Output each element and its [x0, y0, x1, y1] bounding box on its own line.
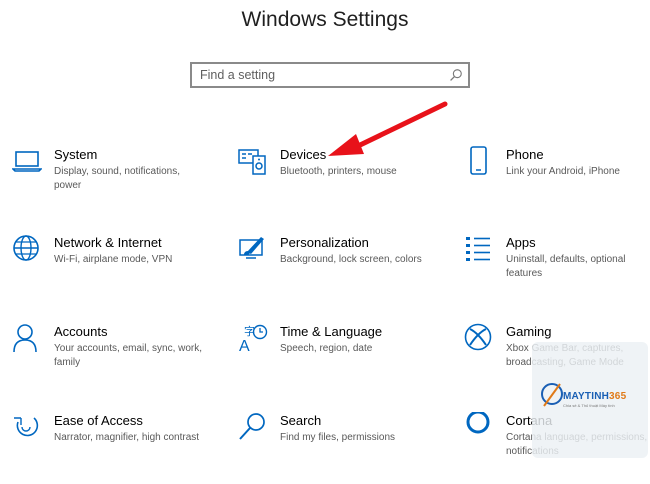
tile-title: System [54, 147, 98, 162]
tile-description: Bluetooth, printers, mouse [280, 166, 397, 177]
page-title: Windows Settings [241, 8, 409, 31]
person-icon [13, 324, 37, 353]
phone-icon [470, 146, 487, 175]
tile-title: Gaming [506, 324, 552, 339]
cortana-icon [466, 412, 490, 434]
tile-ease-of-access[interactable]: Ease of Access Narrator, magnifier, high… [12, 412, 212, 484]
laptop-icon [12, 151, 42, 172]
tile-apps[interactable]: Apps Uninstall, defaults, optional featu… [464, 234, 650, 306]
apps-list-icon [466, 237, 490, 261]
tile-title: Ease of Access [54, 413, 143, 428]
time-language-icon: A 字 [239, 324, 268, 353]
tile-title: Accounts [54, 324, 108, 339]
watermark-brand: MAYTINH365 [563, 391, 627, 402]
xbox-icon [464, 323, 492, 351]
tile-phone[interactable]: Phone Link your Android, iPhone [464, 146, 650, 218]
tile-title: Network & Internet [54, 235, 162, 250]
tile-accounts[interactable]: Accounts Your accounts, email, sync, wor… [12, 323, 212, 395]
tile-description: Display, sound, notifications, power [54, 166, 180, 191]
tile-search[interactable]: Search Find my files, permissions [238, 412, 438, 484]
tile-description: Wi-Fi, airplane mode, VPN [54, 254, 173, 265]
tile-description: Speech, region, date [280, 343, 373, 354]
tile-title: Phone [506, 147, 544, 162]
tile-description: Link your Android, iPhone [506, 166, 620, 177]
tile-description: Your accounts, email, sync, work, family [54, 343, 203, 368]
devices-icon [238, 149, 266, 175]
tile-title: Search [280, 413, 322, 428]
tile-title: Time & Language [280, 324, 383, 339]
tile-description: Background, lock screen, colors [280, 254, 422, 265]
globe-icon [13, 235, 39, 261]
watermark-tagline: Chia sẻ & Thủ thuật Máy tính [563, 403, 615, 408]
search-placeholder: Find a setting [200, 68, 276, 82]
ease-of-access-icon [14, 417, 39, 437]
tile-description: Narrator, magnifier, high contrast [54, 432, 200, 443]
search-icon [239, 413, 265, 440]
search-input[interactable]: Find a setting [190, 62, 470, 88]
tile-network-internet[interactable]: Network & Internet Wi-Fi, airplane mode,… [12, 234, 212, 306]
watermark: MAYTINH365 Chia sẻ & Thủ thuật Máy tính [532, 342, 648, 458]
search-icon[interactable] [449, 68, 463, 82]
tile-title: Apps [506, 235, 536, 250]
tile-time-language[interactable]: A 字 Time & Language Speech, region, date [238, 323, 438, 395]
red-arrow [328, 101, 448, 156]
tile-title: Personalization [280, 235, 369, 250]
paintbrush-icon [239, 237, 264, 259]
watermark-logo-icon [541, 383, 563, 407]
tile-personalization[interactable]: Personalization Background, lock screen,… [238, 234, 438, 306]
tile-description: Uninstall, defaults, optional features [506, 254, 626, 279]
tile-description: Find my files, permissions [280, 432, 396, 443]
tile-system[interactable]: System Display, sound, notifications, po… [12, 146, 212, 218]
svg-text:A: A [239, 338, 250, 353]
